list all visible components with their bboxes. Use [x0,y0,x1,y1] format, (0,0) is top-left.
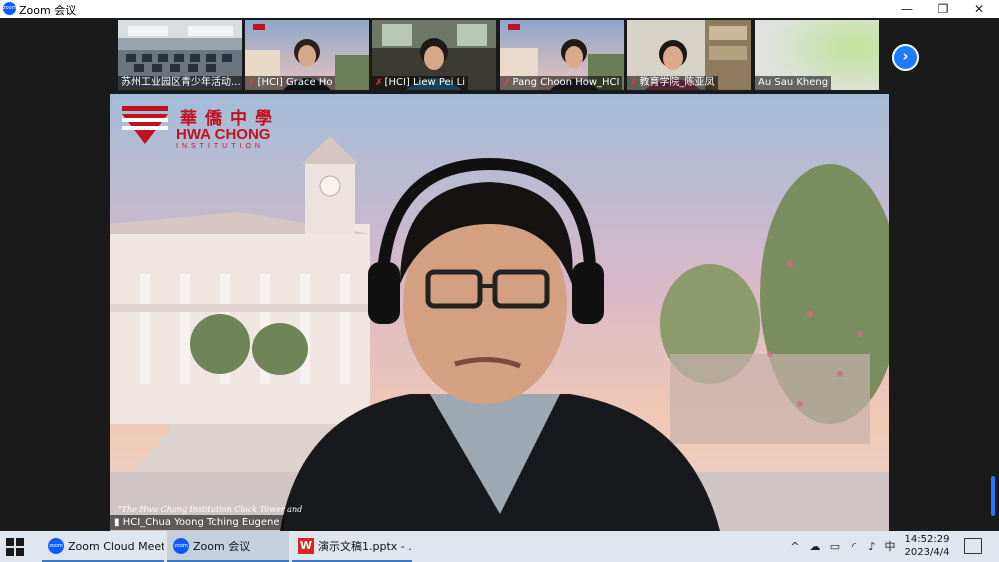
volume-icon[interactable]: ♪ [863,531,881,562]
taskbar-clock[interactable]: 14:52:29 2023/4/4 [900,533,954,559]
zoom-icon: zoom [48,538,64,554]
participant-name: ✗ [HCI] Grace Ho [245,76,336,90]
participant-name: Au Sau Kheng [755,76,832,90]
active-speaker-video[interactable]: 華僑中學 HWA CHONG INSTITUTION "The Hwa Chon… [110,94,889,531]
windows-taskbar: zoom Zoom Cloud Meet... zoom Zoom 会议 W 演… [0,531,999,562]
muted-mic-icon: ✗ [248,78,256,88]
clock-date: 2023/4/4 [904,547,950,558]
participant-tile[interactable]: ✗ [HCI] Liew Pei Li [372,20,496,90]
brand-subtitle: INSTITUTION [176,143,264,150]
notification-center-icon[interactable] [964,538,982,554]
close-button[interactable]: ✕ [961,0,997,18]
participant-tile[interactable]: ✗ Pang Choon How_HCI [500,20,624,90]
taskbar-item-pptx[interactable]: W 演示文稿1.pptx - ... [292,531,412,562]
signal-strength-icon: ▮ [114,517,120,528]
taskbar-item-label: Zoom Cloud Meet... [68,540,164,553]
wifi-icon[interactable]: ◜ [845,531,863,562]
speaker-name-label: ▮ HCI_Chua Yoong Tching Eugene [110,515,284,530]
cloud-icon[interactable]: ☁ [806,531,824,562]
speaker-virtual-background [110,94,889,531]
title-bar: zoom Zoom 会议 — ❐ ✕ [0,0,999,18]
taskbar-item-zoom-meeting[interactable]: zoom Zoom 会议 [167,531,289,562]
participant-tile[interactable]: ✗ [HCI] Grace Ho [245,20,369,90]
brand-english-name: HWA CHONG [176,126,271,143]
participant-tile[interactable]: ✗ 教育学院_陈亚凤 [627,20,751,90]
battery-icon[interactable]: ▭ [826,531,844,562]
participant-name: ✗ Pang Choon How_HCI [500,76,623,90]
window-title: Zoom 会议 [19,4,77,17]
restore-button[interactable]: ❐ [925,0,961,18]
taskbar-item-label: 演示文稿1.pptx - ... [318,540,412,553]
zoom-icon: zoom [173,538,189,554]
participant-name: 苏州工业园区青少年活动... [118,76,242,90]
show-hidden-icons-chevron-icon[interactable]: ^ [786,531,804,562]
minimize-button[interactable]: — [889,0,925,18]
participant-name: ✗ 教育学院_陈亚凤 [627,76,718,90]
ime-indicator[interactable]: 中 [881,531,899,562]
background-caption: "The Hwa Chong Institution Clock Tower a… [118,505,303,514]
participant-tile[interactable]: Au Sau Kheng [755,20,879,90]
muted-mic-icon: ✗ [630,78,638,88]
clock-time: 14:52:29 [904,534,950,545]
taskbar-item-label: Zoom 会议 [193,540,251,553]
muted-mic-icon: ✗ [503,78,511,88]
participant-name: ✗ [HCI] Liew Pei Li [372,76,468,90]
zoom-logo-icon: zoom [3,2,17,15]
taskbar-item-zoom-cloud[interactable]: zoom Zoom Cloud Meet... [42,531,164,562]
meeting-stage: 苏州工业园区青少年活动... ✗ [HCI] Grace Ho ✗ [HCI] Li… [0,18,999,531]
volume-indicator [991,476,995,516]
muted-mic-icon: ✗ [375,78,383,88]
windows-start-icon[interactable] [6,538,24,556]
participant-tile[interactable]: 苏州工业园区青少年活动... [118,20,242,90]
wps-icon: W [298,538,314,554]
next-page-button[interactable]: › [892,44,919,71]
